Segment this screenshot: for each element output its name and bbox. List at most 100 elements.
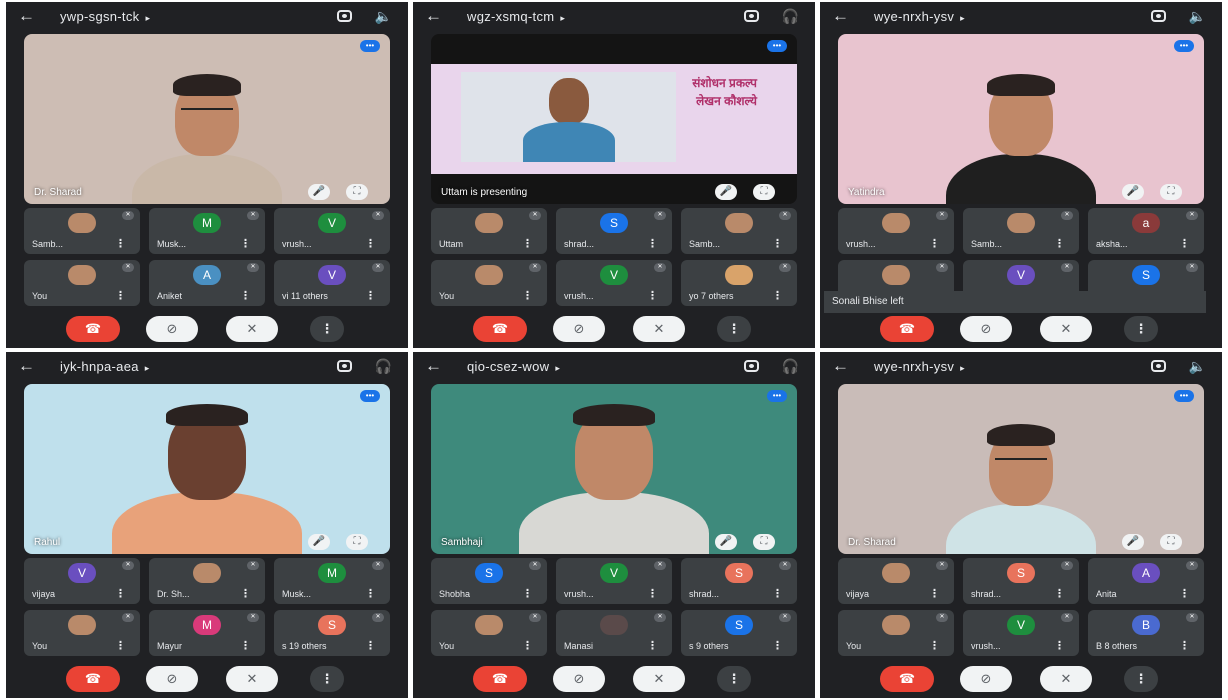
fullscreen-icon[interactable]: ⛶ (346, 184, 368, 200)
speaker-icon[interactable]: 🔈 (1189, 8, 1206, 24)
end-call-button[interactable]: ☎ (880, 666, 934, 692)
participant-tile[interactable]: vrush... ⋮ ✕ (838, 208, 954, 254)
participant-tile[interactable]: You ⋮ ✕ (24, 610, 140, 656)
camera-off-button[interactable]: ⊘ (146, 316, 198, 342)
more-options-icon[interactable]: ⋮ (115, 639, 126, 652)
participant-tile[interactable]: Sshrad... ⋮ ✕ (556, 208, 672, 254)
camera-off-button[interactable]: ⊘ (146, 666, 198, 692)
participant-tile[interactable]: Vvi 11 others ⋮ ✕ (274, 260, 390, 306)
more-options-icon[interactable]: ⋮ (115, 289, 126, 302)
switch-camera-icon[interactable] (337, 10, 352, 22)
more-options-icon[interactable]: ⋮ (772, 289, 783, 302)
more-options-icon[interactable]: ⋮ (240, 639, 251, 652)
pin-icon[interactable]: 🎤 (715, 184, 737, 200)
participant-tile[interactable]: Samb... ⋮ ✕ (963, 208, 1079, 254)
participant-tile[interactable]: Samb... ⋮ ✕ (24, 208, 140, 254)
speaker-icon[interactable]: 🔈 (375, 8, 392, 24)
headphones-icon[interactable]: 🎧 (375, 358, 392, 374)
participant-tile[interactable]: Dr. Sh... ⋮ ✕ (149, 558, 265, 604)
participant-tile[interactable]: You ⋮ ✕ (838, 610, 954, 656)
end-call-button[interactable]: ☎ (880, 316, 934, 342)
more-options-icon[interactable]: ⋮ (1054, 237, 1065, 250)
meeting-code[interactable]: wye-nrxh-ysv ▸ (874, 359, 965, 374)
headphones-icon[interactable]: 🎧 (782, 358, 799, 374)
participant-tile[interactable]: Vvrush... ⋮ ✕ (556, 260, 672, 306)
back-arrow-icon[interactable]: ← (832, 356, 849, 376)
more-options-icon[interactable]: ⋮ (365, 639, 376, 652)
participant-tile[interactable]: Vvijaya ⋮ ✕ (24, 558, 140, 604)
more-options-button[interactable]: ⋮ (1124, 316, 1158, 342)
mic-off-button[interactable]: ✕ (633, 666, 685, 692)
more-options-icon[interactable]: ⋮ (522, 587, 533, 600)
participant-tile[interactable]: a aksha... ⋮ ✕ (1088, 208, 1204, 254)
participant-tile[interactable]: S Shobha ⋮ ✕ (431, 558, 547, 604)
more-options-icon[interactable]: ⋮ (647, 587, 658, 600)
pin-icon[interactable]: 🎤 (1122, 534, 1144, 550)
meeting-code[interactable]: wgz-xsmq-tcm ▸ (467, 9, 565, 24)
more-options-icon[interactable]: ⋮ (647, 289, 658, 302)
switch-camera-icon[interactable] (1151, 10, 1166, 22)
participant-tile[interactable]: vijaya ⋮ ✕ (838, 558, 954, 604)
switch-camera-icon[interactable] (744, 10, 759, 22)
more-options-icon[interactable]: ⋮ (929, 237, 940, 250)
fullscreen-icon[interactable]: ⛶ (1160, 184, 1182, 200)
pin-icon[interactable]: 🎤 (715, 534, 737, 550)
headphones-icon[interactable]: 🎧 (782, 8, 799, 24)
pin-icon[interactable]: 🎤 (308, 184, 330, 200)
more-options-icon[interactable]: ⋮ (647, 237, 658, 250)
meeting-code[interactable]: iyk-hnpa-aea ▸ (60, 359, 150, 374)
back-arrow-icon[interactable]: ← (425, 6, 442, 26)
more-options-icon[interactable]: ⋮ (1179, 587, 1190, 600)
more-options-icon[interactable]: ⋮ (772, 639, 783, 652)
participant-tile[interactable]: Ss 9 others ⋮ ✕ (681, 610, 797, 656)
participant-tile[interactable]: You ⋮ ✕ (431, 610, 547, 656)
more-options-icon[interactable]: ⋮ (929, 639, 940, 652)
end-call-button[interactable]: ☎ (66, 666, 120, 692)
participant-tile[interactable]: Uttam ⋮ ✕ (431, 208, 547, 254)
camera-off-button[interactable]: ⊘ (553, 666, 605, 692)
participant-tile[interactable]: M Musk... ⋮ ✕ (274, 558, 390, 604)
back-arrow-icon[interactable]: ← (832, 6, 849, 26)
participant-tile[interactable]: Sshrad... ⋮ ✕ (963, 558, 1079, 604)
fullscreen-icon[interactable]: ⛶ (1160, 534, 1182, 550)
participant-tile[interactable]: A Anita ⋮ ✕ (1088, 558, 1204, 604)
participant-tile[interactable]: Manasi ⋮ ✕ (556, 610, 672, 656)
fullscreen-icon[interactable]: ⛶ (346, 534, 368, 550)
camera-off-button[interactable]: ⊘ (960, 666, 1012, 692)
switch-camera-icon[interactable] (337, 360, 352, 372)
more-options-icon[interactable]: ⋮ (772, 237, 783, 250)
more-options-icon[interactable]: ⋮ (522, 237, 533, 250)
pin-icon[interactable]: 🎤 (308, 534, 330, 550)
camera-off-button[interactable]: ⊘ (553, 316, 605, 342)
mic-off-button[interactable]: ✕ (1040, 666, 1092, 692)
more-options-button[interactable]: ⋮ (310, 666, 344, 692)
participant-tile[interactable]: Ss 19 others ⋮ ✕ (274, 610, 390, 656)
more-options-button[interactable]: ⋮ (717, 316, 751, 342)
participant-tile[interactable]: yo 7 others ⋮ ✕ (681, 260, 797, 306)
back-arrow-icon[interactable]: ← (18, 356, 35, 376)
end-call-button[interactable]: ☎ (473, 316, 527, 342)
more-options-icon[interactable]: ⋮ (522, 289, 533, 302)
more-options-icon[interactable]: ⋮ (772, 587, 783, 600)
more-options-button[interactable]: ⋮ (717, 666, 751, 692)
more-options-icon[interactable]: ⋮ (647, 639, 658, 652)
end-call-button[interactable]: ☎ (66, 316, 120, 342)
more-options-icon[interactable]: ⋮ (115, 587, 126, 600)
participant-tile[interactable]: M Musk... ⋮ ✕ (149, 208, 265, 254)
back-arrow-icon[interactable]: ← (425, 356, 442, 376)
mic-off-button[interactable]: ✕ (1040, 316, 1092, 342)
more-options-icon[interactable]: ⋮ (1054, 639, 1065, 652)
participant-tile[interactable]: Vvrush... ⋮ ✕ (556, 558, 672, 604)
more-options-icon[interactable]: ⋮ (929, 587, 940, 600)
participant-tile[interactable]: You ⋮ ✕ (24, 260, 140, 306)
more-options-icon[interactable]: ⋮ (240, 587, 251, 600)
more-options-icon[interactable]: ⋮ (365, 237, 376, 250)
more-options-icon[interactable]: ⋮ (1179, 639, 1190, 652)
mic-off-button[interactable]: ✕ (226, 666, 278, 692)
back-arrow-icon[interactable]: ← (18, 6, 35, 26)
end-call-button[interactable]: ☎ (473, 666, 527, 692)
pin-icon[interactable]: 🎤 (1122, 184, 1144, 200)
more-options-icon[interactable]: ⋮ (240, 237, 251, 250)
more-options-button[interactable]: ⋮ (310, 316, 344, 342)
more-options-icon[interactable]: ⋮ (240, 289, 251, 302)
